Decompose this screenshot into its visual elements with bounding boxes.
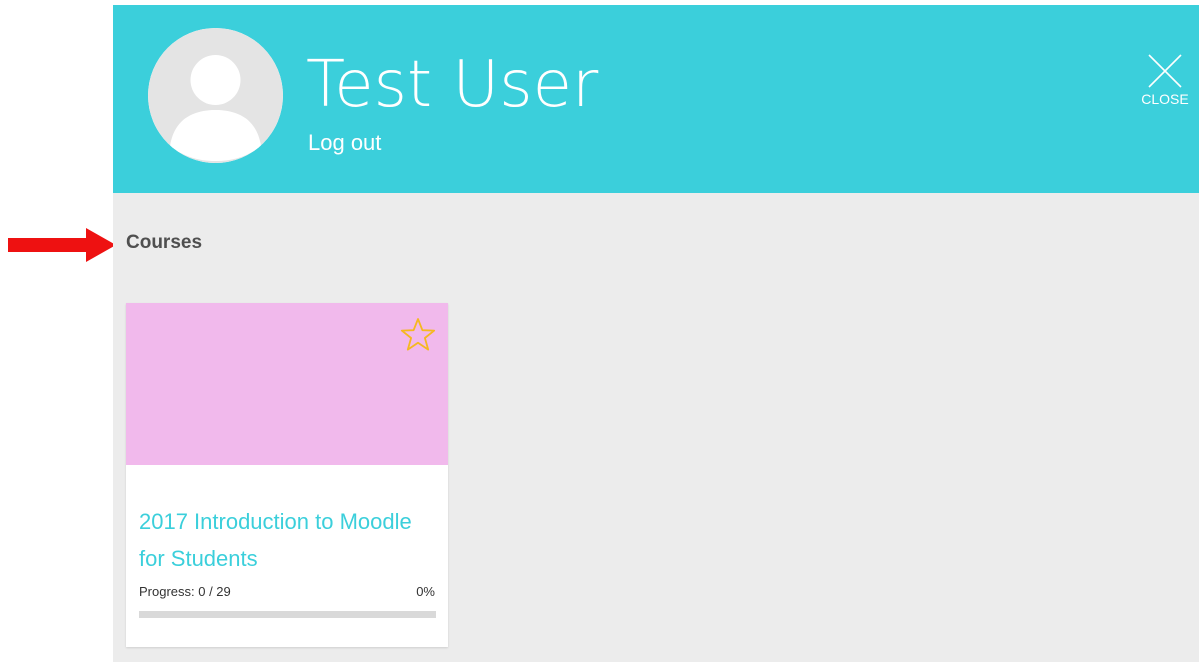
close-label: CLOSE bbox=[1141, 91, 1189, 107]
user-full-name: Test User bbox=[306, 48, 599, 122]
progress-bar bbox=[139, 611, 436, 618]
course-title-link[interactable]: 2017 Introduction to Moodle for Students bbox=[139, 503, 429, 577]
user-header: Test User Log out CLOSE bbox=[113, 5, 1199, 193]
close-button[interactable]: CLOSE bbox=[1135, 53, 1195, 115]
progress-label: Progress: 0 / 29 bbox=[139, 584, 231, 599]
progress-percent: 0% bbox=[416, 584, 435, 599]
star-icon[interactable] bbox=[400, 317, 436, 353]
annotation-arrow-icon bbox=[8, 228, 116, 262]
courses-section-title: Courses bbox=[126, 232, 203, 253]
user-avatar-icon bbox=[148, 28, 283, 163]
course-card[interactable]: 2017 Introduction to Moodle for Students… bbox=[126, 303, 448, 647]
user-drawer-panel: Test User Log out CLOSE Courses 2017 Int… bbox=[113, 5, 1199, 662]
close-icon bbox=[1148, 54, 1182, 88]
logout-link[interactable]: Log out bbox=[308, 129, 381, 157]
avatar bbox=[148, 28, 283, 163]
